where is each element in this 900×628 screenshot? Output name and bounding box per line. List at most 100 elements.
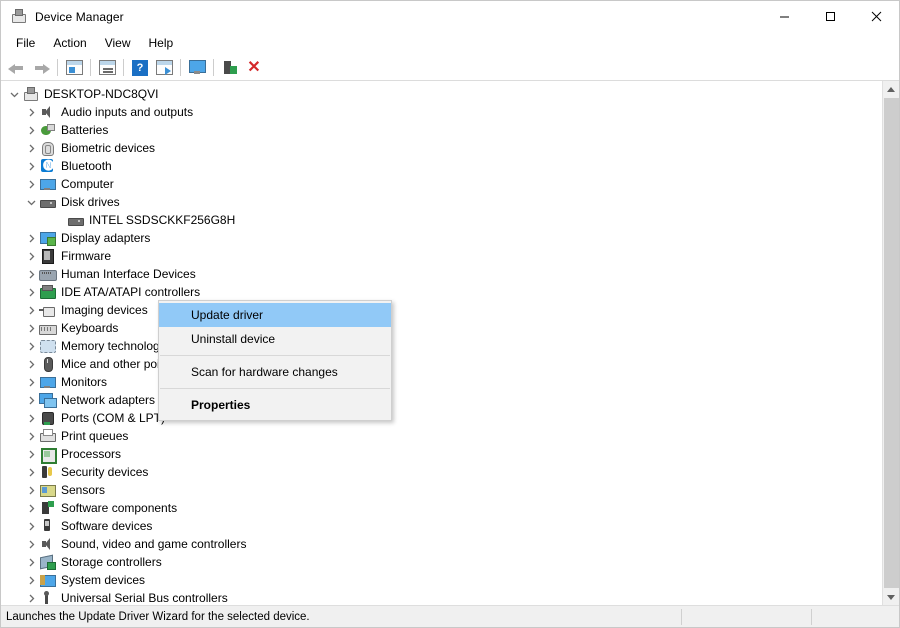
- context-menu-item[interactable]: Scan for hardware changes: [159, 360, 391, 384]
- tree-item-label: Storage controllers: [61, 555, 162, 569]
- chevron-down-icon[interactable]: [23, 198, 39, 207]
- tree-item-label: Display adapters: [61, 231, 151, 245]
- tree-item[interactable]: Ports (COM & LPT): [1, 409, 882, 427]
- chevron-right-icon[interactable]: [23, 594, 39, 603]
- chevron-right-icon[interactable]: [23, 576, 39, 585]
- tree-item[interactable]: INTEL SSDSCKKF256G8H: [1, 211, 882, 229]
- tree-item[interactable]: DESKTOP-NDC8QVI: [1, 85, 882, 103]
- tree-item[interactable]: Universal Serial Bus controllers: [1, 589, 882, 605]
- toolbar-separator: [90, 59, 91, 76]
- update-driver-icon: [188, 60, 206, 75]
- chevron-right-icon[interactable]: [23, 234, 39, 243]
- minimize-button[interactable]: [761, 1, 807, 32]
- chevron-right-icon[interactable]: [23, 468, 39, 477]
- chevron-right-icon[interactable]: [23, 126, 39, 135]
- keyboard-icon: [39, 320, 57, 336]
- chevron-right-icon[interactable]: [23, 144, 39, 153]
- fingerprint-icon: [39, 140, 55, 156]
- maximize-button[interactable]: [807, 1, 853, 32]
- chevron-right-icon[interactable]: [23, 522, 39, 531]
- help-button[interactable]: ?: [128, 57, 152, 79]
- tree-item[interactable]: Human Interface Devices: [1, 265, 882, 283]
- tree-item[interactable]: Sensors: [1, 481, 882, 499]
- scroll-down-button[interactable]: [882, 588, 899, 605]
- tree-item[interactable]: Memory technology devices: [1, 337, 882, 355]
- forward-button[interactable]: [29, 57, 53, 79]
- chevron-down-icon[interactable]: [6, 90, 22, 99]
- chevron-right-icon[interactable]: [23, 108, 39, 117]
- properties-button[interactable]: [95, 57, 119, 79]
- scan-for-hardware-changes-button[interactable]: [152, 57, 176, 79]
- tree-item[interactable]: Print queues: [1, 427, 882, 445]
- chevron-right-icon[interactable]: [23, 162, 39, 171]
- sound-controller-icon: [39, 536, 55, 552]
- tree-item[interactable]: Keyboards: [1, 319, 882, 337]
- tree-item[interactable]: Biometric devices: [1, 139, 882, 157]
- tree-item-label: Software components: [61, 501, 178, 515]
- device-tree[interactable]: DESKTOP-NDC8QVI Audio inputs and outputs B…: [1, 81, 882, 605]
- chevron-right-icon[interactable]: [23, 486, 39, 495]
- menu-action[interactable]: Action: [44, 34, 95, 53]
- scroll-up-button[interactable]: [882, 81, 899, 98]
- tree-item[interactable]: Storage controllers: [1, 553, 882, 571]
- scrollbar-track[interactable]: [882, 98, 899, 588]
- chevron-right-icon[interactable]: [23, 396, 39, 405]
- uninstall-device-button[interactable]: ✕: [242, 57, 266, 79]
- tree-item[interactable]: Audio inputs and outputs: [1, 103, 882, 121]
- chevron-right-icon[interactable]: [23, 504, 39, 513]
- disable-device-button[interactable]: [218, 57, 242, 79]
- chevron-right-icon[interactable]: [23, 342, 39, 351]
- context-menu-item[interactable]: Update driver: [159, 303, 391, 327]
- context-menu-separator: [160, 388, 390, 389]
- chevron-right-icon[interactable]: [23, 558, 39, 567]
- tree-item[interactable]: Sound, video and game controllers: [1, 535, 882, 553]
- tree-item[interactable]: Computer: [1, 175, 882, 193]
- chevron-right-icon[interactable]: [23, 450, 39, 459]
- chevron-right-icon[interactable]: [23, 414, 39, 423]
- tree-item[interactable]: Firmware: [1, 247, 882, 265]
- context-menu-item[interactable]: Properties: [159, 393, 391, 417]
- human-interface-device-icon: [39, 266, 57, 282]
- context-menu[interactable]: Update driver Uninstall device Scan for ha…: [158, 300, 392, 421]
- chevron-right-icon[interactable]: [23, 324, 39, 333]
- tree-item[interactable]: Bluetooth: [1, 157, 882, 175]
- menu-file[interactable]: File: [7, 34, 44, 53]
- tree-item[interactable]: System devices: [1, 571, 882, 589]
- vertical-scrollbar[interactable]: [882, 81, 899, 605]
- tree-item[interactable]: Processors: [1, 445, 882, 464]
- chevron-right-icon[interactable]: [23, 540, 39, 549]
- bluetooth-icon: [39, 157, 55, 174]
- chevron-right-icon[interactable]: [23, 252, 39, 261]
- chevron-right-icon[interactable]: [23, 360, 39, 369]
- chevron-right-icon[interactable]: [23, 306, 39, 315]
- tree-item[interactable]: Mice and other pointing devices: [1, 355, 882, 373]
- close-button[interactable]: [853, 1, 899, 32]
- tree-item[interactable]: Software devices: [1, 517, 882, 535]
- menu-bar: File Action View Help: [1, 32, 899, 55]
- context-menu-item[interactable]: Uninstall device: [159, 327, 391, 351]
- scrollbar-thumb[interactable]: [883, 98, 899, 588]
- chevron-right-icon[interactable]: [23, 288, 39, 297]
- menu-help[interactable]: Help: [140, 34, 183, 53]
- toolbar-separator: [213, 59, 214, 76]
- tree-item[interactable]: Monitors: [1, 373, 882, 391]
- tree-item[interactable]: Network adapters: [1, 391, 882, 409]
- chevron-right-icon[interactable]: [23, 270, 39, 279]
- tree-item[interactable]: Imaging devices: [1, 301, 882, 319]
- show-hide-console-tree-button[interactable]: [62, 57, 86, 79]
- chevron-right-icon[interactable]: [23, 432, 39, 441]
- tree-item[interactable]: Disk drives: [1, 193, 882, 211]
- back-button[interactable]: [5, 57, 29, 79]
- tree-item-label: Ports (COM & LPT): [61, 411, 166, 425]
- tree-item[interactable]: Batteries: [1, 121, 882, 139]
- chevron-right-icon[interactable]: [23, 378, 39, 387]
- tree-item[interactable]: Display adapters: [1, 229, 882, 247]
- firmware-icon: [39, 248, 55, 264]
- tree-item[interactable]: Security devices: [1, 463, 882, 481]
- tree-item[interactable]: Software components: [1, 499, 882, 517]
- tree-item[interactable]: IDE ATA/ATAPI controllers: [1, 283, 882, 301]
- chevron-right-icon[interactable]: [23, 180, 39, 189]
- update-driver-button[interactable]: [185, 57, 209, 79]
- menu-view[interactable]: View: [96, 34, 140, 53]
- status-bar: Launches the Update Driver Wizard for th…: [1, 605, 899, 627]
